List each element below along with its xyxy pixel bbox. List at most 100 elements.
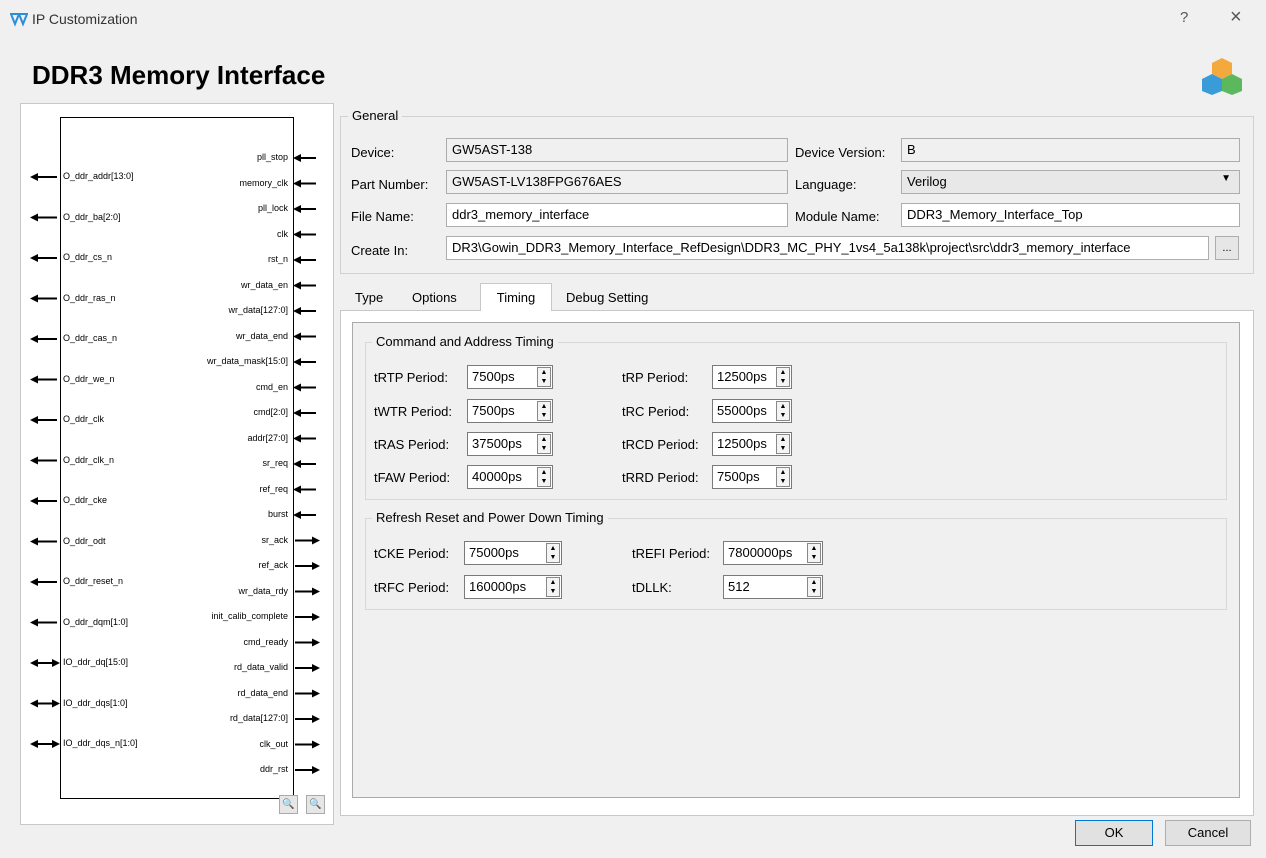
arrow-left-icon [293,256,301,264]
arrow-left-icon [30,659,38,667]
arrow-right-icon [52,659,60,667]
create-in-label: Create In: [351,243,409,258]
spin-arrows-icon[interactable]: ▲ ▼ [776,434,790,454]
tab-timing[interactable]: Timing [480,283,552,311]
timing-field-label: tDLLK: [632,580,672,595]
arrow-left-icon [293,358,301,366]
spin-arrows-icon[interactable]: ▲ ▼ [546,543,560,563]
create-in-input[interactable]: DR3\Gowin_DDR3_Memory_Interface_RefDesig… [446,236,1209,260]
left-pin-label: IO_ddr_dqs_n[1:0] [63,738,138,748]
timing-spinbox[interactable]: 7800000ps ▲ ▼ [723,541,823,565]
left-pin-label: O_ddr_odt [63,535,106,546]
browse-button[interactable]: ... [1215,236,1239,260]
arrow-right-icon [312,715,320,723]
timing-value: 7500ps [472,369,515,384]
language-select[interactable]: Verilog ▼ [901,170,1240,194]
ok-button[interactable]: OK [1075,820,1153,846]
timing-spinbox[interactable]: 7500ps ▲ ▼ [467,399,553,423]
arrow-left-icon [30,294,38,303]
arrow-left-icon [30,618,38,627]
spin-arrows-icon[interactable]: ▲ ▼ [537,401,551,421]
general-group-title: General [348,108,403,123]
language-value: Verilog [907,174,947,189]
tab-debug-setting[interactable]: Debug Setting [557,283,658,311]
right-pin-label: ref_req [259,483,288,494]
spin-arrows-icon[interactable]: ▲ ▼ [537,434,551,454]
right-pin-label: wr_data[127:0] [228,305,288,315]
spin-arrows-icon[interactable]: ▲ ▼ [776,367,790,387]
left-pin-label: O_ddr_clk_n [63,454,115,465]
arrow-left-icon [293,205,301,213]
left-pin-label: O_ddr_addr[13:0] [63,171,134,181]
left-pin-label: IO_ddr_dqs[1:0] [63,697,128,708]
arrow-right-icon [312,613,320,621]
right-pin-label: ref_ack [258,560,288,570]
zoom-in-icon[interactable]: 🔍 [279,795,298,814]
spin-arrows-icon[interactable]: ▲ ▼ [776,401,790,421]
arrow-left-icon [30,416,38,424]
arrow-left-icon [293,179,301,188]
tab-type[interactable]: Type [346,283,393,311]
timing-spinbox[interactable]: 37500ps ▲ ▼ [467,432,553,456]
timing-spinbox[interactable]: 12500ps ▲ ▼ [712,432,792,456]
right-pin-label: wr_data_end [235,330,288,341]
left-pin-label: O_ddr_cas_n [63,333,118,343]
arrow-left-icon [30,497,38,505]
left-pin-label: O_ddr_dqm[1:0] [63,616,129,627]
file-name-input[interactable]: ddr3_memory_interface [446,203,788,227]
arrow-left-icon [30,699,38,708]
timing-value: 37500ps [472,436,522,451]
arrow-left-icon [293,281,301,290]
timing-spinbox[interactable]: 55000ps ▲ ▼ [712,399,792,423]
right-pin-label: rd_data_valid [233,662,288,672]
timing-value: 12500ps [717,369,767,384]
help-button[interactable]: ? [1180,9,1188,26]
timing-value: 7800000ps [728,545,793,560]
left-pin-label: O_ddr_cke [63,495,108,505]
timing-spinbox[interactable]: 12500ps ▲ ▼ [712,365,792,389]
arrow-left-icon [30,335,38,343]
module-name-input[interactable]: DDR3_Memory_Interface_Top [901,203,1240,227]
chevron-down-icon: ▼ [1221,173,1231,184]
arrow-right-icon [312,562,320,570]
timing-spinbox[interactable]: 7500ps ▲ ▼ [712,465,792,489]
timing-value: 75000ps [469,545,519,560]
spin-arrows-icon[interactable]: ▲ ▼ [537,367,551,387]
timing-field-label: tRP Period: [622,370,689,385]
left-pin-label: O_ddr_ba[2:0] [63,211,121,222]
command-timing-title: Command and Address Timing [372,334,558,349]
timing-spinbox[interactable]: 512 ▲ ▼ [723,575,823,599]
tab-options[interactable]: Options [403,283,466,311]
right-pin-label: wr_data_rdy [238,585,288,596]
spin-arrows-icon[interactable]: ▲ ▼ [537,467,551,487]
zoom-out-icon[interactable]: 🔍 [306,795,325,814]
spin-arrows-icon[interactable]: ▲ ▼ [546,577,560,597]
left-pin-label: O_ddr_cs_n [63,252,113,262]
spin-arrows-icon[interactable]: ▲ ▼ [807,543,821,563]
arrow-right-icon [312,587,320,596]
refresh-timing-title: Refresh Reset and Power Down Timing [372,510,608,525]
right-pin-label: clk [277,228,288,239]
timing-spinbox[interactable]: 75000ps ▲ ▼ [464,541,562,565]
spin-arrows-icon[interactable]: ▲ ▼ [776,467,790,487]
arrow-right-icon [312,766,320,774]
right-pin-label: pll_stop [256,152,288,162]
device-label: Device: [351,145,395,160]
timing-field-label: tRAS Period: [374,437,450,452]
right-pin-label: ddr_rst [259,764,288,774]
right-pin-label: cmd_ready [243,636,288,647]
right-pin-label: burst [267,509,288,519]
right-pin-label: init_calib_complete [211,611,288,621]
arrow-left-icon [30,456,38,465]
timing-spinbox[interactable]: 160000ps ▲ ▼ [464,575,562,599]
arrow-right-icon [52,740,60,748]
device-version-label: Device Version: [795,145,886,160]
right-pin-label: wr_data_mask[15:0] [206,356,288,366]
close-button[interactable]: × [1230,6,1242,29]
right-pin-label: memory_clk [239,177,288,188]
left-pin-label: O_ddr_reset_n [63,576,124,586]
timing-spinbox[interactable]: 7500ps ▲ ▼ [467,365,553,389]
timing-spinbox[interactable]: 40000ps ▲ ▼ [467,465,553,489]
spin-arrows-icon[interactable]: ▲ ▼ [807,577,821,597]
cancel-button[interactable]: Cancel [1165,820,1251,846]
